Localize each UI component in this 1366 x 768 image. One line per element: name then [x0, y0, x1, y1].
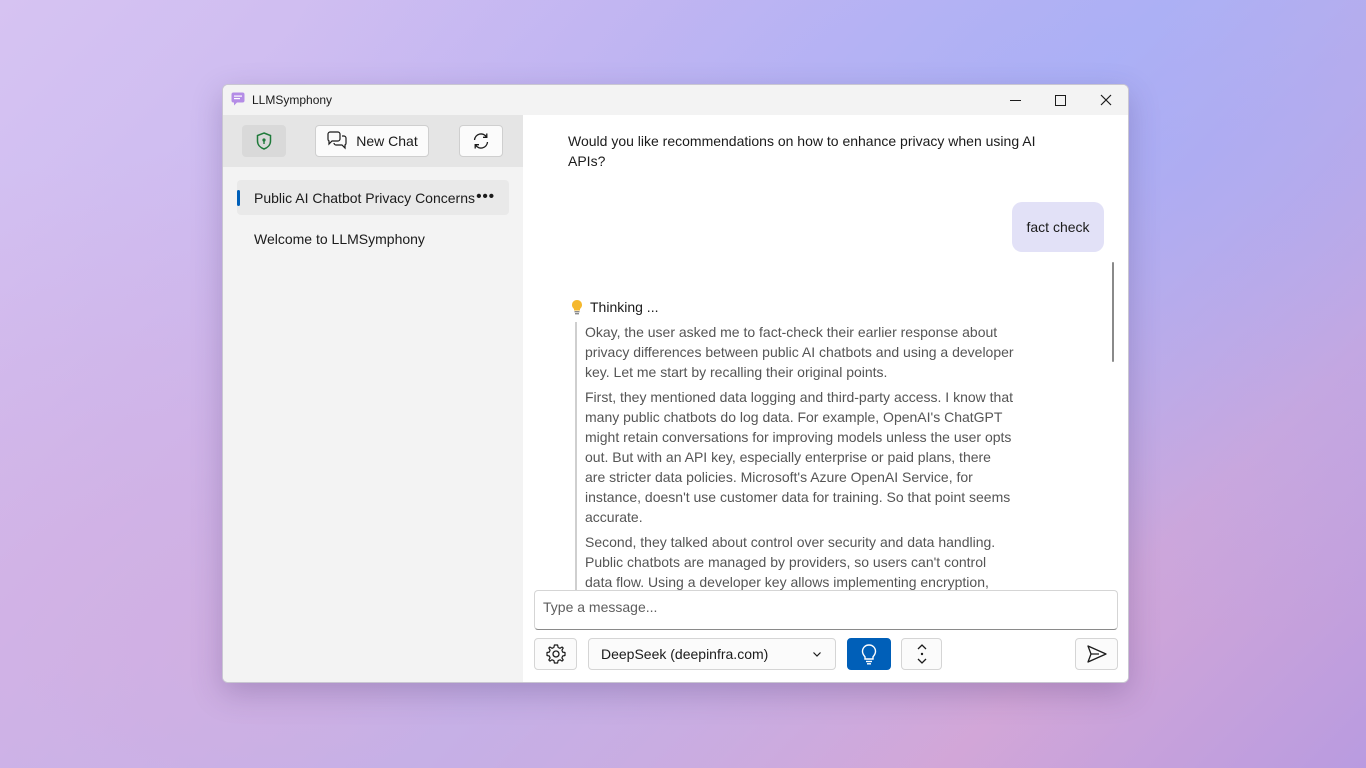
thinking-paragraph: First, they mentioned data logging and t…	[585, 389, 1014, 525]
thinking-paragraph: Okay, the user asked me to fact-check th…	[585, 324, 1014, 380]
shield-icon	[256, 132, 272, 150]
refresh-icon	[473, 133, 489, 149]
assistant-message: Would you like recommendations on how to…	[568, 133, 1036, 169]
expand-collapse-button[interactable]	[901, 638, 942, 670]
lightbulb-icon	[572, 300, 582, 315]
thinking-header[interactable]: Thinking ...	[570, 299, 658, 315]
title-bar[interactable]: LLMSymphony	[223, 85, 1128, 115]
send-icon	[1086, 645, 1107, 663]
gear-icon	[545, 644, 566, 664]
minimize-icon	[1009, 99, 1021, 101]
active-indicator	[237, 190, 240, 206]
model-select[interactable]: DeepSeek (deepinfra.com)	[588, 638, 836, 670]
close-button[interactable]	[1083, 85, 1128, 115]
maximize-button[interactable]	[1037, 85, 1083, 115]
model-select-value: DeepSeek (deepinfra.com)	[601, 646, 769, 662]
expand-vertical-icon	[917, 644, 926, 664]
chat-list-item[interactable]: Welcome to LLMSymphony	[237, 221, 509, 256]
send-button[interactable]	[1075, 638, 1118, 670]
chat-title: Welcome to LLMSymphony	[254, 230, 425, 247]
refresh-button[interactable]	[459, 125, 503, 157]
app-logo-icon	[231, 92, 245, 106]
minimize-button[interactable]	[992, 85, 1038, 115]
thinking-content: Okay, the user asked me to fact-check th…	[575, 322, 1015, 590]
thinking-toggle-button[interactable]	[847, 638, 891, 670]
message-input-box[interactable]	[534, 590, 1118, 630]
chat-panel: Would you like recommendations on how to…	[523, 115, 1128, 682]
chat-list-item-active[interactable]: Public AI Chatbot Privacy Concerns •••	[237, 180, 509, 215]
chat-title: Public AI Chatbot Privacy Concerns	[254, 189, 475, 206]
close-icon	[1100, 94, 1112, 106]
lightbulb-icon	[861, 644, 877, 665]
user-message-text: fact check	[1026, 219, 1090, 235]
app-window: LLMSymphony New Chat Public AI Chatbot P…	[222, 84, 1129, 683]
privacy-shield-button[interactable]	[242, 125, 286, 157]
thinking-paragraph: Second, they talked about control over s…	[585, 534, 996, 590]
more-options-icon[interactable]: •••	[476, 188, 495, 205]
window-title: LLMSymphony	[252, 93, 333, 107]
sidebar: New Chat Public AI Chatbot Privacy Conce…	[223, 115, 523, 682]
new-chat-button[interactable]: New Chat	[315, 125, 429, 157]
chevron-down-icon	[813, 652, 821, 657]
user-message-bubble: fact check	[1012, 202, 1104, 252]
settings-button[interactable]	[534, 638, 577, 670]
scrollbar-thumb[interactable]	[1112, 262, 1114, 362]
maximize-icon	[1054, 94, 1066, 106]
chat-bubbles-icon	[327, 131, 347, 150]
new-chat-label: New Chat	[356, 133, 418, 149]
sidebar-toolbar: New Chat	[223, 115, 523, 167]
thinking-label: Thinking ...	[590, 299, 659, 315]
message-input[interactable]	[535, 591, 1117, 629]
